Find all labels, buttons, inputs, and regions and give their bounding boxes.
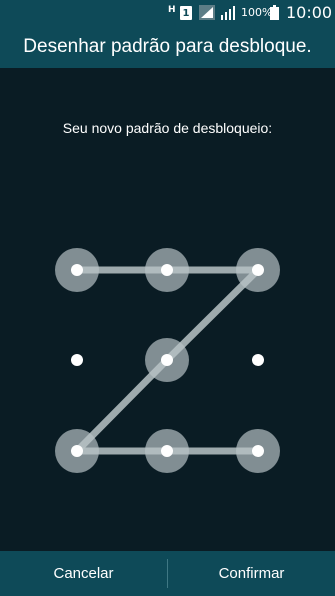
pattern-node-2[interactable] [161,264,173,276]
bottom-action-bar: Cancelar Confirmar [0,551,335,596]
screen: H 1 100% 10:00 Desenhar padrão para desb… [0,0,335,596]
pattern-node-4[interactable] [71,354,83,366]
pattern-node-5[interactable] [161,354,173,366]
unlock-pattern-grid[interactable] [0,0,335,596]
pattern-node-3[interactable] [252,264,264,276]
cancel-button[interactable]: Cancelar [0,551,167,596]
pattern-node-7[interactable] [71,445,83,457]
pattern-node-9[interactable] [252,445,264,457]
pattern-node-8[interactable] [161,445,173,457]
confirm-button[interactable]: Confirmar [168,551,335,596]
pattern-node-6[interactable] [252,354,264,366]
pattern-node-1[interactable] [71,264,83,276]
